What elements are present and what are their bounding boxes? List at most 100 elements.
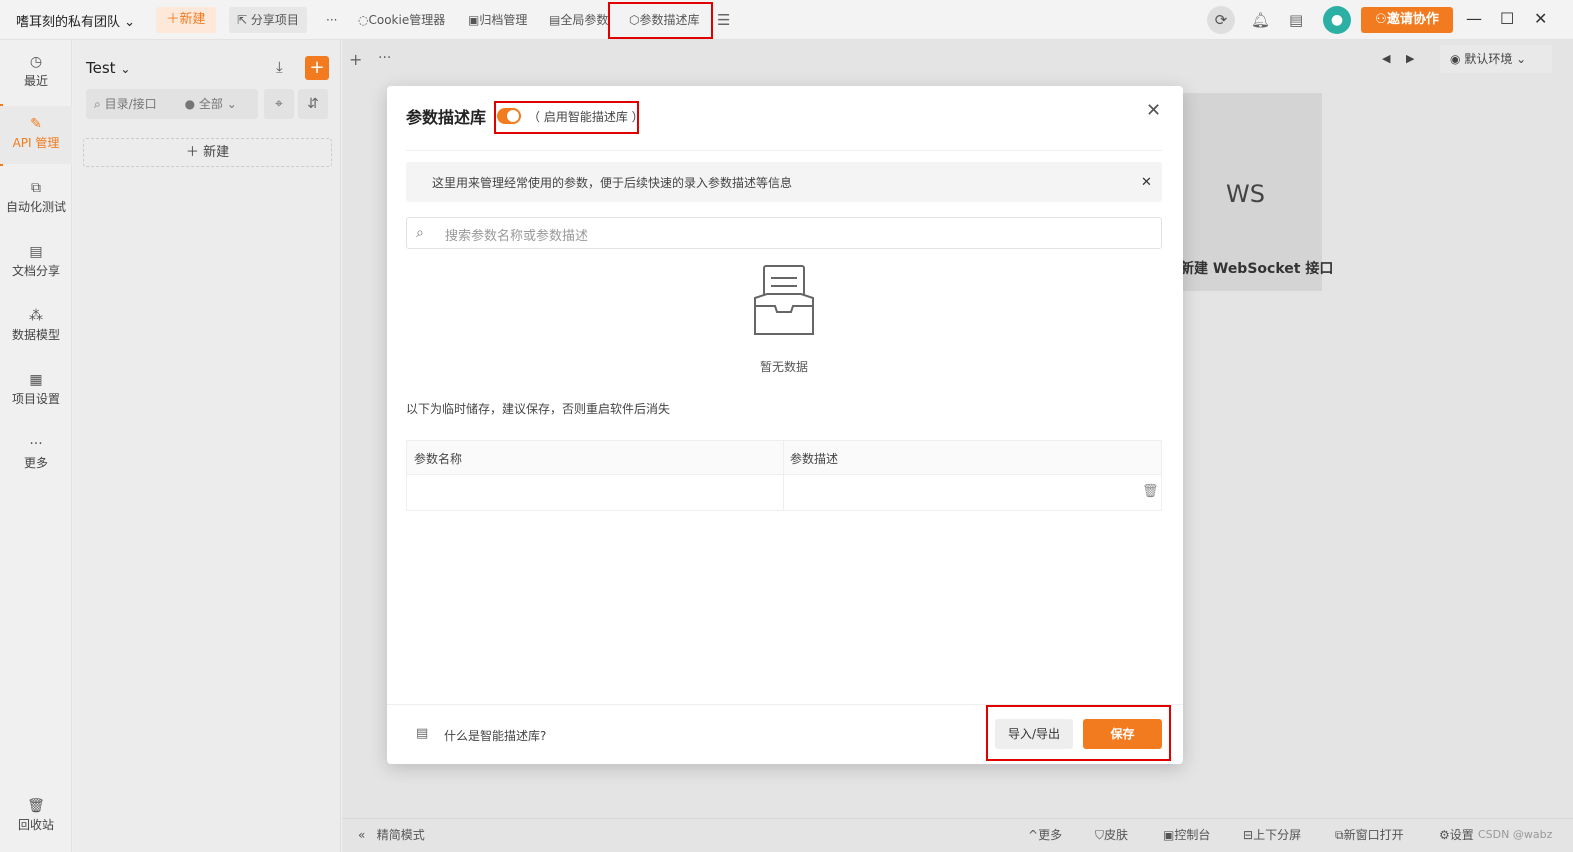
import-icon[interactable]: ⤓ [276, 58, 283, 76]
nav-label: 最近 [23, 74, 48, 88]
invite-button[interactable]: ⚇邀请协作 [1361, 7, 1453, 33]
note-icon[interactable]: ▤ [1289, 11, 1303, 29]
nav-item-settings[interactable]: ▦ 项目设置 [0, 362, 72, 420]
chevron-down-icon: ⌄ [1516, 52, 1527, 66]
doc-icon: ▤ [29, 244, 43, 260]
highlight-box-param-library [608, 2, 713, 39]
new-window-label: 新窗口打开 [1343, 828, 1404, 842]
nav-item-recent[interactable]: ◷ 最近 [0, 44, 72, 102]
chevron-up-icon: ^ [1028, 828, 1039, 842]
split-button[interactable]: ⊟上下分屏 [1243, 826, 1301, 843]
collapse-left-icon: « [358, 828, 366, 842]
user-icon: ⚇ [1375, 12, 1387, 27]
empty-text: 暂无数据 [760, 360, 809, 374]
project-selector[interactable]: Test ⌄ [86, 59, 130, 77]
clock-icon: ◷ [29, 54, 43, 70]
maximize-icon[interactable]: ☐ [1500, 9, 1514, 28]
simple-mode-label: 精简模式 [376, 828, 425, 842]
nav-item-models[interactable]: ⁂ 数据模型 [0, 298, 72, 356]
settings-button[interactable]: ⚙设置 [1439, 826, 1474, 843]
global-label: 全局参数 [560, 13, 609, 27]
bell-icon[interactable]: 🔔︎ [1251, 11, 1270, 29]
simple-mode-button[interactable]: « 精简模式 [358, 826, 425, 843]
new-window-button[interactable]: ⧉新窗口打开 [1335, 826, 1404, 843]
nav-label: API 管理 [12, 136, 60, 150]
nav-item-recycle[interactable]: 🗑︎ 回收站 [0, 788, 72, 846]
nav-item-api[interactable]: ✎ API 管理 [0, 106, 72, 164]
new-button-label: 新建 [179, 12, 206, 27]
settings-label: 设置 [1449, 828, 1474, 842]
avatar[interactable]: ● [1323, 6, 1351, 34]
nav-label: 更多 [23, 456, 48, 470]
more-label: ··· [326, 13, 338, 27]
model-icon: ⁂ [29, 308, 43, 324]
nav-label: 项目设置 [11, 392, 60, 406]
param-name-cell-input[interactable] [407, 476, 783, 510]
global-icon: ▤ [549, 13, 561, 27]
skin-label: 皮肤 [1104, 828, 1129, 842]
minimize-icon[interactable]: — [1466, 9, 1482, 28]
list-icon[interactable]: ☰ [717, 11, 730, 29]
new-button[interactable]: ＋新建 [156, 7, 216, 33]
modal-divider [406, 150, 1162, 151]
collapse-icon[interactable]: ⇵ [298, 89, 328, 119]
info-close-icon[interactable]: ✕ [1141, 175, 1152, 190]
console-icon: ▣ [1163, 828, 1175, 842]
empty-inbox-icon [753, 264, 815, 336]
console-label: 控制台 [1174, 828, 1211, 842]
param-search-placeholder: 搜索参数名称或参数描述 [445, 229, 589, 244]
share-project-button[interactable]: ⇱ 分享项目 [229, 7, 307, 33]
locate-icon[interactable]: ⌖ [264, 89, 294, 119]
share-icon: ⇱ [237, 13, 248, 27]
sidebar-new-button[interactable]: ＋ 新建 [83, 138, 332, 167]
column-header-name: 参数名称 [414, 452, 463, 466]
info-text: 这里用来管理经常使用的参数，便于后续快速的录入参数描述等信息 [432, 176, 793, 190]
chevron-down-icon: ⌄ [120, 62, 131, 76]
add-button[interactable]: + [305, 56, 329, 80]
flow-icon: ⧉ [31, 180, 41, 196]
next-tab-icon[interactable]: ▶ [1406, 52, 1414, 65]
param-table-header [407, 441, 1161, 475]
chevron-down-icon: ⌄ [226, 97, 237, 111]
tabs-more-icon[interactable]: ··· [378, 50, 391, 66]
sidebar-search-input[interactable]: ⌕ 目录/接口 ● 全部 ⌄ [86, 89, 258, 119]
nav-item-automation[interactable]: ⧉ 自动化测试 [0, 170, 72, 228]
team-switcher[interactable]: 嗜耳刻的私有团队 ⌄ [16, 11, 135, 30]
archive-icon: ▣ [468, 13, 480, 27]
close-window-icon[interactable]: ✕ [1534, 9, 1547, 28]
filter-dot-icon: ● [184, 97, 196, 111]
eye-icon: ◉ [1450, 52, 1461, 66]
console-button[interactable]: ▣控制台 [1163, 826, 1210, 843]
sidebar-new-label: 新建 [203, 145, 230, 160]
cookie-icon: ◌ [358, 13, 369, 27]
prev-tab-icon[interactable]: ◀ [1382, 52, 1390, 65]
team-name: 嗜耳刻的私有团队 [16, 15, 121, 30]
ws-card-label: 新建 WebSocket 接口 [1180, 261, 1334, 277]
temp-storage-note: 以下为临时储存，建议保存，否则重启软件后消失 [406, 402, 671, 416]
chevron-down-icon: ⌄ [124, 15, 136, 30]
more-menu-button[interactable]: ··· [318, 7, 345, 33]
global-params-button[interactable]: ▤全局参数 [541, 7, 611, 33]
window-icon: ⧉ [1335, 828, 1344, 842]
cookie-manager-button[interactable]: ◌Cookie管理器 [350, 7, 453, 33]
add-tab-icon[interactable]: + [349, 50, 362, 69]
archive-button[interactable]: ▣归档管理 [460, 7, 535, 33]
more-button[interactable]: ^更多 [1028, 826, 1062, 843]
filter-label[interactable]: 全部 [199, 97, 223, 111]
nav-item-docs[interactable]: ▤ 文档分享 [0, 234, 72, 292]
close-icon[interactable]: ✕ [1146, 100, 1161, 121]
highlight-box-footer [986, 705, 1171, 761]
param-desc-cell-input[interactable] [784, 476, 1134, 510]
search-icon: ⌕ [94, 97, 101, 111]
nav-item-more[interactable]: ··· 更多 [0, 426, 72, 484]
delete-row-icon[interactable]: 🗑︎ [1142, 484, 1159, 499]
trash-icon: 🗑︎ [27, 798, 45, 814]
api-icon: ✎ [30, 116, 42, 132]
highlight-box-toggle [494, 101, 639, 134]
sync-icon[interactable]: ⟳ [1207, 6, 1235, 34]
skin-button[interactable]: ⛉皮肤 [1095, 826, 1128, 843]
help-link[interactable]: 什么是智能描述库? [444, 727, 546, 744]
cookie-label: Cookie管理器 [368, 13, 446, 27]
environment-selector[interactable]: ◉ 默认环境 ⌄ [1440, 45, 1552, 73]
help-book-icon: ▤ [416, 726, 429, 741]
